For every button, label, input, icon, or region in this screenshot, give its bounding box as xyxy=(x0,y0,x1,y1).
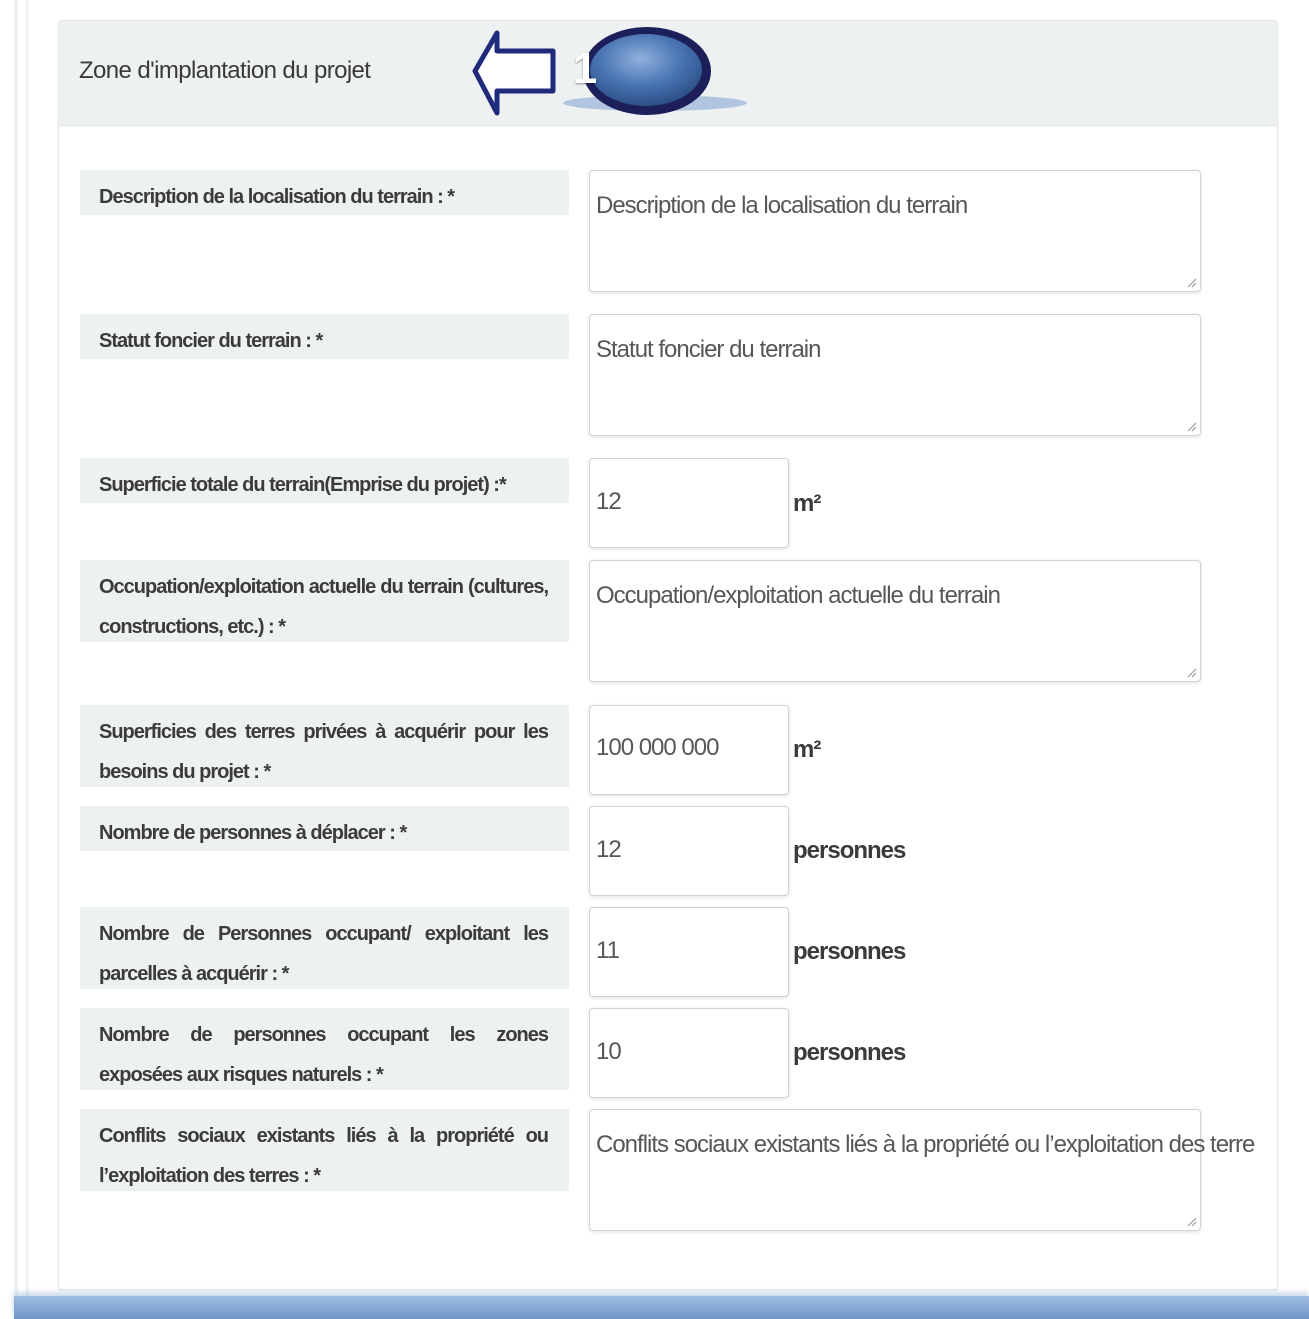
page-left-rail xyxy=(14,0,18,1300)
private-land-area-input[interactable]: 100 000 000 xyxy=(589,705,789,795)
input-value: 12 xyxy=(596,836,622,863)
input-value: 11 xyxy=(596,937,620,964)
textarea-placeholder: Occupation/exploitation actuelle du terr… xyxy=(596,582,1001,609)
page-left-rail-inner xyxy=(26,0,29,1300)
field-label-total-area: Superficie totale du terrain(Emprise du … xyxy=(80,458,569,503)
unit-label: m² xyxy=(793,490,821,517)
resize-grip-icon[interactable] xyxy=(1185,420,1197,432)
field-label-private-land-area: Superficies des terres privées à acquéri… xyxy=(80,705,569,787)
parcel-occupants-input[interactable]: 11 xyxy=(589,907,789,997)
field-label-land-tenure: Statut foncier du terrain : * xyxy=(80,314,569,359)
land-tenure-textarea[interactable]: Statut foncier du terrain xyxy=(589,314,1201,436)
social-conflicts-textarea[interactable]: Conflits sociaux existants liés à la pro… xyxy=(589,1109,1255,1231)
textarea-placeholder: Statut foncier du terrain xyxy=(596,336,821,363)
input-value: 12 xyxy=(596,488,622,515)
people-to-relocate-input[interactable]: 12 xyxy=(589,806,789,896)
input-value: 10 xyxy=(596,1038,622,1065)
field-label-people-to-relocate: Nombre de personnes à déplacer : * xyxy=(80,806,569,851)
resize-grip-icon[interactable] xyxy=(1185,1215,1197,1227)
step-badge-number: 1 xyxy=(572,44,598,93)
location-description-textarea[interactable]: Description de la localisation du terrai… xyxy=(589,170,1201,292)
resize-grip-icon[interactable] xyxy=(1185,666,1197,678)
textarea-placeholder: Conflits sociaux existants liés à la pro… xyxy=(596,1131,1255,1158)
unit-label: personnes xyxy=(793,938,906,965)
field-label-current-land-use: Occupation/exploitation actuelle du terr… xyxy=(80,560,569,642)
textarea-placeholder: Description de la localisation du terrai… xyxy=(596,192,968,219)
field-label-risk-zone-occupants: Nombre de personnes occupant les zones e… xyxy=(80,1008,569,1090)
input-value: 100 000 000 xyxy=(596,734,719,761)
current-land-use-textarea[interactable]: Occupation/exploitation actuelle du terr… xyxy=(589,560,1201,682)
unit-label: personnes xyxy=(793,837,906,864)
bottom-blue-bar xyxy=(14,1296,1309,1319)
unit-label: m² xyxy=(793,736,821,763)
field-label-social-conflicts: Conflits sociaux existants liés à la pro… xyxy=(80,1109,569,1191)
field-label-location-description: Description de la localisation du terrai… xyxy=(80,170,569,215)
total-area-input[interactable]: 12 xyxy=(589,458,789,548)
panel-title: Zone d'implantation du projet xyxy=(79,57,371,84)
field-label-parcel-occupants: Nombre de Personnes occupant/ exploitant… xyxy=(80,907,569,989)
panel-header: Zone d'implantation du projet 1 xyxy=(59,21,1277,126)
resize-grip-icon[interactable] xyxy=(1185,276,1197,288)
risk-zone-occupants-input[interactable]: 10 xyxy=(589,1008,789,1098)
unit-label: personnes xyxy=(793,1039,906,1066)
